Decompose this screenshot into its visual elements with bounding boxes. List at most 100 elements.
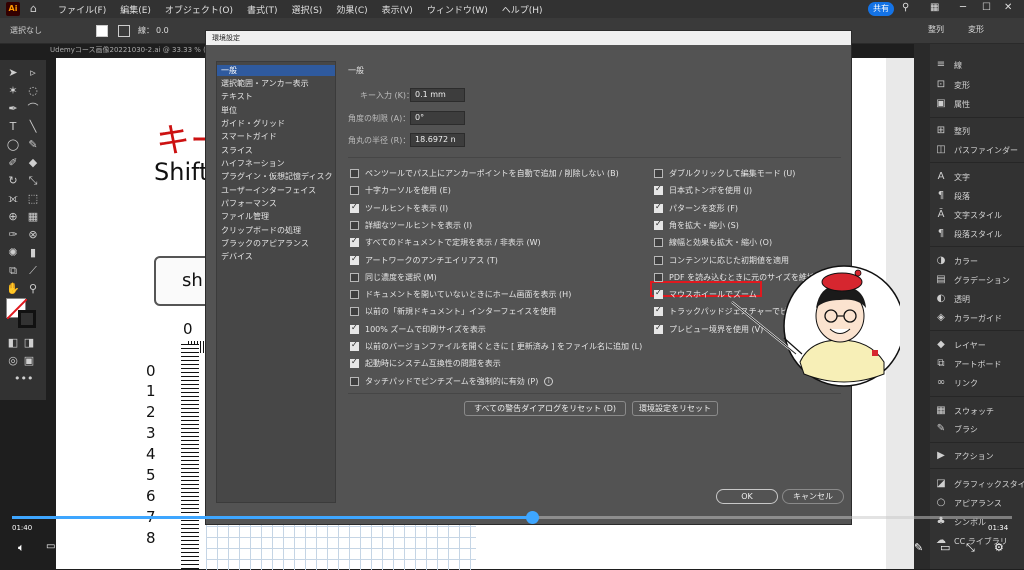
- rotate-tool-icon[interactable]: ↻: [6, 174, 20, 188]
- right-checkbox-row[interactable]: 線幅と効果も拡大・縮小 (O): [654, 237, 772, 248]
- key-increment-field[interactable]: 0.1 mm: [410, 88, 465, 102]
- rewind-10-icon[interactable]: ⟲: [478, 541, 486, 552]
- pen-tool-icon[interactable]: ✒: [6, 102, 20, 116]
- panel-character-styles[interactable]: Ā 文字スタイル: [934, 208, 1002, 222]
- fill-swatch[interactable]: [96, 24, 108, 37]
- document-tab[interactable]: Udemyコース画像20221030-2.ai @ 33.33 % (: [50, 45, 206, 57]
- checkbox-checked[interactable]: [654, 323, 663, 334]
- checkbox-unchecked[interactable]: [350, 169, 359, 178]
- artboard-tool-icon[interactable]: ⧉: [6, 264, 20, 278]
- panel-brushes[interactable]: ✎ ブラシ: [934, 422, 978, 436]
- menu-object[interactable]: オブジェクト(O): [165, 3, 233, 16]
- direct-selection-tool-icon[interactable]: ▹: [26, 66, 40, 80]
- checkbox-checked[interactable]: [654, 305, 663, 317]
- category-item[interactable]: デバイス: [221, 251, 253, 262]
- panel-links[interactable]: ∞ リンク: [934, 376, 978, 390]
- right-checkbox-row[interactable]: コンテンツに応じた初期値を適用: [654, 255, 789, 266]
- screen-mode-icon[interactable]: ▣: [22, 354, 36, 368]
- panel-graphic-styles[interactable]: ◪ グラフィックスタイル: [934, 477, 1024, 491]
- left-checkbox-row[interactable]: ツールヒントを表示 (I): [350, 202, 448, 214]
- panel-swatches[interactable]: ▦ スウォッチ: [934, 404, 994, 418]
- checkbox-unchecked[interactable]: [350, 220, 359, 230]
- color-mode-icon[interactable]: ◧: [6, 336, 20, 350]
- panel-color[interactable]: ◑ カラー: [934, 254, 978, 268]
- hand-tool-icon[interactable]: ✋: [6, 282, 20, 296]
- checkbox-checked[interactable]: [654, 184, 663, 196]
- captions-icon[interactable]: ▭: [46, 541, 55, 552]
- left-checkbox-row[interactable]: ドキュメントを開いていないときにホーム画面を表示 (H): [350, 289, 571, 300]
- left-checkbox-row[interactable]: 起動時にシステム互換性の問題を表示: [350, 357, 501, 369]
- corner-radius-field[interactable]: 18.6972 n: [410, 133, 465, 147]
- scale-tool-icon[interactable]: ⤡: [26, 174, 40, 188]
- volume-icon[interactable]: 🔈︎: [18, 541, 25, 555]
- panel-artboards[interactable]: ⧉ アートボード: [934, 357, 1001, 371]
- left-checkbox-row[interactable]: 詳細なツールヒントを表示 (I): [350, 220, 472, 231]
- symbol-sprayer-tool-icon[interactable]: ✺: [6, 246, 20, 260]
- menu-help[interactable]: ヘルプ(H): [502, 3, 543, 16]
- menu-view[interactable]: 表示(V): [382, 3, 413, 16]
- panel-color-guide[interactable]: ◈ カラーガイド: [934, 311, 1002, 325]
- panel-pathfinder[interactable]: ◫ パスファインダー: [934, 143, 1018, 157]
- edit-note-icon[interactable]: ✎: [914, 541, 923, 554]
- panel-transparency[interactable]: ◐ 透明: [934, 292, 970, 306]
- panel-attributes[interactable]: ▣ 属性: [934, 97, 970, 111]
- checkbox-checked[interactable]: [654, 219, 663, 230]
- left-checkbox-row[interactable]: 以前の「新規ドキュメント」インターフェイスを使用: [350, 306, 556, 317]
- align-link[interactable]: 整列: [928, 24, 944, 35]
- left-checkbox-row[interactable]: すべてのドキュメントで定規を表示 / 非表示 (W): [350, 236, 541, 248]
- menu-effect[interactable]: 効果(C): [336, 3, 367, 16]
- width-tool-icon[interactable]: ⟗: [6, 192, 20, 206]
- checkbox-unchecked[interactable]: [350, 290, 359, 300]
- perspective-grid-tool-icon[interactable]: ▦: [26, 210, 40, 224]
- left-checkbox-row[interactable]: アートワークのアンチエイリアス (T): [350, 254, 498, 266]
- right-checkbox-row[interactable]: 角を拡大・縮小 (S): [654, 219, 739, 231]
- graph-tool-icon[interactable]: ▮: [26, 246, 40, 260]
- close-icon[interactable]: ✕: [1004, 2, 1012, 13]
- category-item[interactable]: 単位: [221, 105, 237, 116]
- checkbox-checked[interactable]: [350, 340, 359, 351]
- shaper-tool-icon[interactable]: ✐: [6, 156, 20, 170]
- eraser-tool-icon[interactable]: ◆: [26, 156, 40, 170]
- zoom-tool-icon[interactable]: ⚲: [26, 282, 40, 296]
- info-icon[interactable]: i: [544, 376, 554, 386]
- stroke-color-icon[interactable]: [18, 310, 36, 328]
- checkbox-checked[interactable]: [350, 357, 359, 369]
- checkbox-unchecked[interactable]: [350, 376, 359, 386]
- video-progress-handle[interactable]: [526, 511, 539, 524]
- category-item[interactable]: ブラックのアピアランス: [221, 238, 309, 249]
- ok-button[interactable]: OK: [716, 489, 778, 504]
- panel-transform[interactable]: ⊡ 変形: [934, 78, 970, 92]
- home-icon[interactable]: ⌂: [30, 2, 44, 16]
- draw-mode-icon[interactable]: ◎: [6, 354, 20, 368]
- search-icon[interactable]: ⚲: [902, 2, 909, 13]
- checkbox-unchecked[interactable]: [654, 272, 663, 282]
- category-item[interactable]: クリップボードの処理: [221, 225, 301, 236]
- screen-icon[interactable]: ▭: [940, 541, 950, 554]
- slice-tool-icon[interactable]: ⟋: [26, 264, 40, 278]
- panel-layers[interactable]: ◆ レイヤー: [934, 338, 986, 352]
- shape-builder-tool-icon[interactable]: ⊕: [6, 210, 20, 224]
- right-checkbox-row[interactable]: パターンを変形 (F): [654, 202, 738, 214]
- maximize-icon[interactable]: ☐: [982, 2, 991, 13]
- checkbox-unchecked[interactable]: [350, 186, 359, 196]
- category-item[interactable]: スライス: [221, 145, 253, 156]
- checkbox-unchecked[interactable]: [654, 238, 663, 248]
- exit-fullscreen-icon[interactable]: ⤡: [966, 541, 975, 555]
- checkbox-checked[interactable]: [350, 236, 359, 248]
- category-item[interactable]: スマートガイド: [221, 131, 277, 142]
- checkbox-unchecked[interactable]: [654, 169, 663, 178]
- checkbox-checked[interactable]: [350, 323, 359, 334]
- left-checkbox-row[interactable]: 同じ濃度を選択 (M): [350, 272, 437, 283]
- left-checkbox-row[interactable]: 十字カーソルを使用 (E): [350, 185, 451, 196]
- blend-tool-icon[interactable]: ⊗: [26, 228, 40, 242]
- share-button[interactable]: 共有: [868, 2, 894, 16]
- checkbox-unchecked[interactable]: [350, 272, 359, 282]
- checkbox-checked[interactable]: [654, 202, 663, 213]
- settings-icon[interactable]: ⚙: [994, 541, 1004, 554]
- panel-stroke[interactable]: ≡ 線: [934, 58, 962, 72]
- panel-align[interactable]: ⊞ 整列: [934, 124, 970, 138]
- category-item[interactable]: 選択範囲・アンカー表示: [221, 78, 309, 89]
- category-general[interactable]: 一般: [217, 65, 335, 76]
- type-tool-icon[interactable]: T: [6, 120, 20, 134]
- transform-link[interactable]: 変形: [968, 24, 984, 35]
